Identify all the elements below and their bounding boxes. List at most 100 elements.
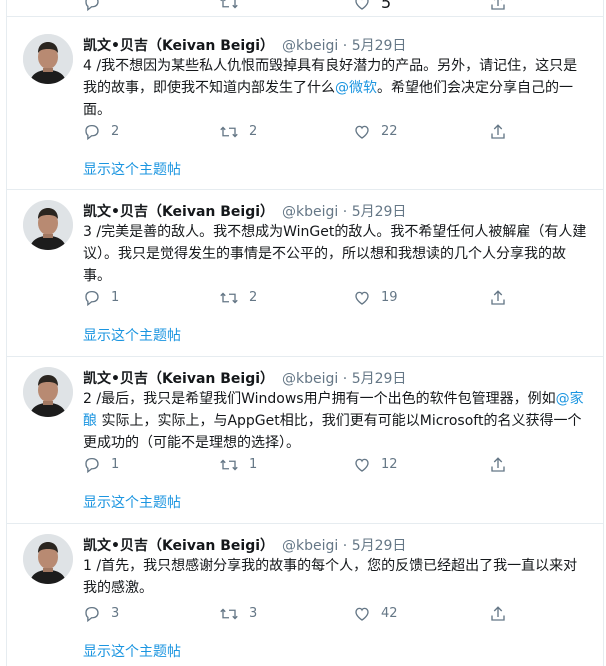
tweet-text-part: 2 /最后，我只是希望我们Windows用户拥有一个出色的软件包管理器，例如 [83, 391, 556, 407]
share-button[interactable] [489, 0, 507, 12]
heart-icon [355, 291, 369, 305]
author-handle[interactable]: @kbeigi [282, 538, 338, 554]
reply-icon [85, 457, 99, 474]
reply-button[interactable]: 1 [83, 455, 119, 475]
reply-count: 1 [111, 290, 120, 305]
show-thread-link[interactable]: 显示这个主题帖 [83, 493, 181, 513]
like-button[interactable]: 22 [353, 122, 398, 142]
retweet-count: 2 [249, 290, 258, 305]
reply-icon [85, 124, 99, 141]
author-name[interactable]: 凯文•贝吉（Keivan Beigi） [83, 38, 274, 54]
tweet[interactable]: 凯文•贝吉（Keivan Beigi） @kbeigi · 5月29日 4 /我不… [7, 34, 603, 186]
reply-button[interactable] [83, 0, 101, 12]
share-icon [491, 456, 505, 472]
heart-icon [355, 458, 369, 472]
like-button[interactable]: 12 [353, 455, 398, 475]
like-count: 22 [381, 124, 398, 139]
show-thread-link[interactable]: 显示这个主题帖 [83, 326, 181, 346]
author-handle[interactable]: @kbeigi [282, 204, 338, 220]
retweet-button[interactable]: 2 [219, 288, 257, 308]
reply-icon [85, 0, 99, 11]
share-icon [491, 0, 505, 10]
tweet-header: 凯文•贝吉（Keivan Beigi） @kbeigi · 5月29日 [83, 36, 406, 56]
show-thread-link[interactable]: 显示这个主题帖 [83, 160, 181, 180]
like-button[interactable]: 5 [353, 0, 391, 12]
like-count: 42 [381, 606, 398, 621]
tweet-text: 2 /最后，我只是希望我们Windows用户拥有一个出色的软件包管理器，例如@家… [83, 388, 591, 454]
share-button[interactable] [489, 455, 507, 475]
reply-icon [85, 606, 99, 623]
retweet-icon [220, 608, 238, 620]
reply-button[interactable]: 1 [83, 288, 119, 308]
divider [7, 523, 603, 524]
author-name[interactable]: 凯文•贝吉（Keivan Beigi） [83, 538, 274, 554]
tweet-actions: 2 2 22 [83, 122, 523, 142]
avatar[interactable] [23, 367, 73, 417]
avatar[interactable] [23, 200, 73, 250]
tweet-actions: 3 3 42 [83, 604, 523, 624]
tweet-actions: 1 1 12 [83, 455, 523, 475]
author-name[interactable]: 凯文•贝吉（Keivan Beigi） [83, 371, 274, 387]
author-handle[interactable]: @kbeigi [282, 371, 338, 387]
reply-count: 1 [111, 457, 120, 472]
author-name[interactable]: 凯文•贝吉（Keivan Beigi） [83, 204, 274, 220]
retweet-button[interactable]: 1 [219, 455, 257, 475]
retweet-button[interactable] [219, 0, 239, 12]
reply-count: 2 [111, 124, 120, 139]
retweet-count: 3 [249, 606, 258, 621]
share-icon [491, 289, 505, 305]
separator-dot: · [342, 204, 348, 220]
heart-icon [355, 607, 369, 621]
tweet-header: 凯文•贝吉（Keivan Beigi） @kbeigi · 5月29日 [83, 369, 406, 389]
show-thread-link[interactable]: 显示这个主题帖 [83, 642, 181, 662]
reply-button[interactable]: 3 [83, 604, 119, 624]
divider [7, 189, 603, 190]
like-count: 12 [381, 457, 398, 472]
tweet-date[interactable]: 5月29日 [352, 538, 407, 554]
retweet-count: 1 [249, 457, 258, 472]
tweet-text-part: 1 /首先，我只想感谢分享我的故事的每个人，您的反馈已经超出了我一直以来对我的感… [83, 558, 578, 596]
tweet-header: 凯文•贝吉（Keivan Beigi） @kbeigi · 5月29日 [83, 536, 406, 556]
divider [7, 356, 603, 357]
avatar[interactable] [23, 534, 73, 584]
separator-dot: · [342, 38, 348, 54]
tweet-date[interactable]: 5月29日 [352, 371, 407, 387]
retweet-icon [220, 459, 238, 471]
retweet-count: 2 [249, 124, 258, 139]
retweet-icon [220, 0, 238, 8]
retweet-button[interactable]: 2 [219, 122, 257, 142]
heart-icon [355, 0, 369, 10]
share-icon [491, 605, 505, 621]
like-button[interactable]: 42 [353, 604, 398, 624]
share-button[interactable] [489, 604, 507, 624]
tweet-header: 凯文•贝吉（Keivan Beigi） @kbeigi · 5月29日 [83, 202, 406, 222]
like-count: 5 [381, 0, 392, 12]
reply-icon [85, 290, 99, 307]
reply-button[interactable]: 2 [83, 122, 119, 142]
like-button[interactable]: 19 [353, 288, 398, 308]
tweet-date[interactable]: 5月29日 [352, 38, 407, 54]
mention-link[interactable]: @微软 [335, 80, 377, 96]
timeline: 5 凯文•贝吉（Keivan Beigi） @kbeigi · 5月29日 4 /… [6, 0, 604, 666]
tweet-text-part: 3 /完美是善的敌人。我不想成为WinGet的敌人。我不希望任何人被解雇（有人建… [83, 224, 587, 284]
separator-dot: · [342, 371, 348, 387]
share-icon [491, 123, 505, 139]
reply-count: 3 [111, 606, 120, 621]
tweet[interactable]: 凯文•贝吉（Keivan Beigi） @kbeigi · 5月29日 2 /最后… [7, 367, 603, 519]
tweet-date[interactable]: 5月29日 [352, 204, 407, 220]
tweet-text-part: 实际上，实际上，与AppGet相比，我们更有可能以Microsoft的名义获得一… [83, 413, 582, 451]
tweet[interactable]: 凯文•贝吉（Keivan Beigi） @kbeigi · 5月29日 3 /完美… [7, 200, 603, 352]
share-button[interactable] [489, 288, 507, 308]
tweet[interactable]: 凯文•贝吉（Keivan Beigi） @kbeigi · 5月29日 1 /首先… [7, 534, 603, 666]
share-button[interactable] [489, 122, 507, 142]
previous-tweet-actions: 5 [7, 0, 603, 17]
tweet-text: 4 /我不想因为某些私人仇恨而毁掉具有良好潜力的产品。另外，请记住，这只是我的故… [83, 55, 591, 121]
tweet-text: 3 /完美是善的敌人。我不想成为WinGet的敌人。我不希望任何人被解雇（有人建… [83, 221, 591, 287]
separator-dot: · [342, 538, 348, 554]
heart-icon [355, 125, 369, 139]
author-handle[interactable]: @kbeigi [282, 38, 338, 54]
avatar[interactable] [23, 34, 73, 84]
tweet-text: 1 /首先，我只想感谢分享我的故事的每个人，您的反馈已经超出了我一直以来对我的感… [83, 555, 591, 599]
retweet-icon [220, 126, 238, 138]
retweet-button[interactable]: 3 [219, 604, 257, 624]
